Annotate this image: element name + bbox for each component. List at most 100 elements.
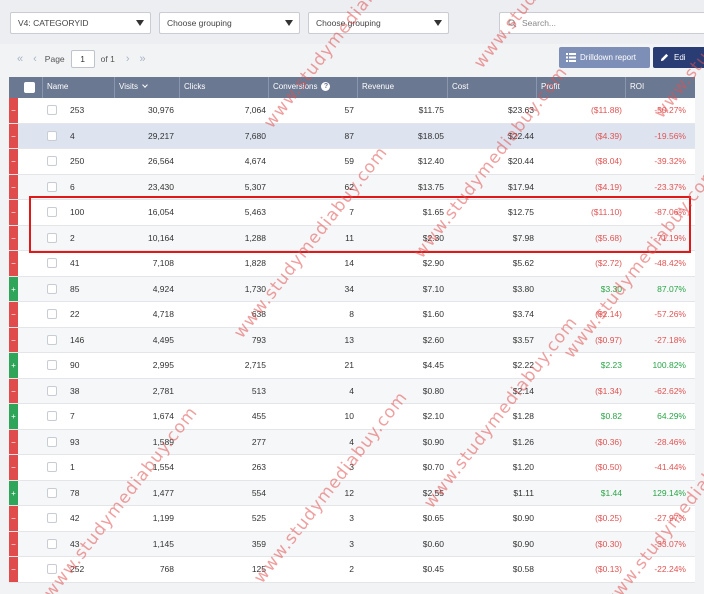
table-row[interactable]: +90 2,995 2,715 21 $4.45 $2.22 $2.23 100.82% [9,353,695,379]
cell-name: 38 [70,385,80,396]
header-cost-label: Cost [452,82,469,91]
search-input[interactable]: Search... [499,12,704,34]
row-checkbox[interactable] [47,538,57,549]
table-row[interactable]: − 100 16,054 5,463 7 $1.65 $12.75 ($11.10) -87.0… [9,200,695,226]
row-checkbox[interactable] [47,105,57,115]
cell-visits: 16,054 [148,207,174,217]
last-page-icon[interactable]: » [135,53,151,65]
table-row[interactable]: − 253 30,976 7,064 57 $11.75 $23.63 ($11.88) -50… [9,98,695,124]
table-row[interactable]: − 146 4,495 793 13 $2.60 $3.57 ($0.97) -27.18% [9,327,695,353]
header-roi[interactable]: ROI [626,77,695,98]
grouping-select-2[interactable]: Choose grouping [159,12,300,34]
cell-visits: 10,164 [148,232,174,243]
cell-profit: ($5.68) [595,232,622,243]
table-row[interactable]: − 93 1,589 277 4 $0.90 $1.26 ($0.36) -28.46% [9,429,695,455]
row-checkbox[interactable] [47,283,57,294]
prev-page-icon[interactable]: ‹ [28,53,42,65]
cell-roi: 100.82% [652,360,686,370]
cell-clicks: 793 [251,334,266,345]
row-checkbox[interactable] [47,487,57,498]
table-row[interactable]: − 250 26,564 4,674 59 $12.40 $20.44 ($8.04) -39.… [9,149,695,175]
cell-cost: $1.26 [512,436,534,447]
row-checkbox[interactable] [47,436,57,447]
header-name[interactable]: Name [43,77,115,98]
row-checkbox[interactable] [47,462,57,472]
drilldown-report-button[interactable]: Drilldown report [559,47,650,68]
cell-name: 146 [70,334,85,345]
table-row[interactable]: − 22 4,718 638 8 $1.60 $3.74 ($2.14) -57.26% [9,302,695,328]
cell-name: 93 [70,436,80,447]
cell-clicks: 2,715 [244,360,266,370]
status-badge: − [9,531,18,556]
header-visits[interactable]: Visits [115,77,180,98]
header-clicks[interactable]: Clicks [180,77,269,98]
cell-visits: 29,217 [148,130,174,141]
help-icon[interactable]: ? [321,82,331,92]
table-row[interactable]: − 41 7,108 1,828 14 $2.90 $5.62 ($2.72) -48.42% [9,251,695,277]
table-row[interactable]: − 38 2,781 513 4 $0.80 $2.14 ($1.34) -62.62% [9,378,695,404]
grouping-select-1[interactable]: V4: CATEGORYID [10,12,151,34]
row-checkbox[interactable] [47,232,57,243]
status-badge: − [9,251,18,276]
cell-name: 1 [70,462,75,472]
first-page-icon[interactable]: « [12,53,28,65]
edit-button[interactable]: Edi [653,47,704,68]
row-checkbox[interactable] [47,334,57,345]
cell-cost: $12.75 [508,207,534,217]
row-checkbox[interactable] [47,207,57,217]
cell-cost: $7.98 [512,232,534,243]
table-row[interactable]: − 43 1,145 359 3 $0.60 $0.90 ($0.30) -33.07% [9,531,695,557]
table-row[interactable]: − 2 10,164 1,288 11 $2.30 $7.98 ($5.68) -71.19% [9,225,695,251]
row-checkbox[interactable] [47,156,57,166]
cell-conv: 11 [345,232,354,243]
search-placeholder: Search... [522,18,557,28]
cell-revenue: $7.10 [422,283,444,294]
select-all-checkbox[interactable] [24,82,35,93]
header-conversions-label: Conversions [273,82,318,91]
table-row[interactable]: − 1 1,554 263 3 $0.70 $1.20 ($0.50) -41.44% [9,455,695,481]
status-badge: + [9,276,18,301]
cell-conv: 3 [349,462,354,472]
cell-revenue: $0.90 [422,436,444,447]
cell-profit: $1.44 [600,487,622,498]
grouping-select-3[interactable]: Choose grouping [308,12,449,34]
cell-name: 7 [70,411,75,421]
cell-revenue: $0.65 [422,513,444,523]
table-row[interactable]: +78 1,477 554 12 $2.55 $1.11 $1.44 129.14% [9,480,695,506]
row-checkbox[interactable] [47,130,57,141]
table-row[interactable]: +7 1,674 455 10 $2.10 $1.28 $0.82 64.29% [9,404,695,430]
cell-conv: 87 [344,130,354,141]
table-row[interactable]: − 6 23,430 5,307 62 $13.75 $17.94 ($4.19) -23.37… [9,174,695,200]
header-profit-label: Profit [541,82,560,91]
header-visits-label: Visits [119,82,138,91]
header-revenue[interactable]: Revenue [358,77,448,98]
cell-clicks: 455 [251,411,266,421]
table-row[interactable]: − 252 768 125 2 $0.45 $0.58 ($0.13) -22.24% [9,557,695,583]
row-checkbox[interactable] [47,385,57,396]
cell-revenue: $1.60 [422,309,444,319]
table-row[interactable]: +85 4,924 1,730 34 $7.10 $3.80 $3.30 87.07% [9,276,695,302]
row-checkbox[interactable] [47,360,57,370]
cell-profit: ($0.13) [595,564,622,574]
header-profit[interactable]: Profit [537,77,626,98]
cell-roi: 129.14% [652,487,686,498]
status-badge: − [9,378,18,403]
header-clicks-label: Clicks [184,82,206,91]
header-conversions[interactable]: Conversions? [269,77,358,98]
page-number-input[interactable]: 1 [70,50,95,68]
chevron-down-icon [434,20,442,26]
row-checkbox[interactable] [47,564,57,574]
table-row[interactable]: − 4 29,217 7,680 87 $18.05 $22.44 ($4.39) -19.56… [9,123,695,149]
status-badge: − [9,557,18,582]
row-checkbox[interactable] [47,181,57,192]
table-row[interactable]: − 42 1,199 525 3 $0.65 $0.90 ($0.25) -27.97% [9,506,695,532]
cell-name: 90 [70,360,80,370]
cell-roi: -27.18% [654,334,686,345]
row-checkbox[interactable] [47,309,57,319]
row-checkbox[interactable] [47,513,57,523]
row-checkbox[interactable] [47,411,57,421]
next-page-icon[interactable]: › [121,53,135,65]
row-checkbox[interactable] [47,258,57,268]
cell-conv: 21 [344,360,354,370]
header-cost[interactable]: Cost [448,77,537,98]
